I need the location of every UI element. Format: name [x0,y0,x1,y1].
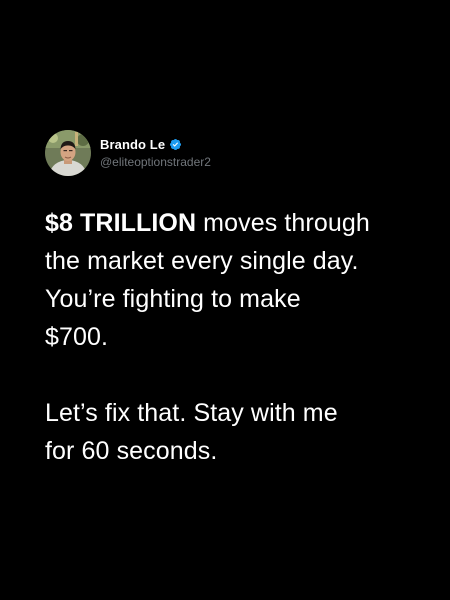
tweet-bold-lead: $8 TRILLION [45,209,197,237]
tweet-line-4: $700. [45,323,109,351]
tweet-line-6: for 60 seconds. [45,437,218,465]
verified-badge-icon [169,138,182,151]
name-row: Brando Le [100,136,211,153]
tweet-line-5: Let’s fix that. Stay with me [45,399,338,427]
author-display-name[interactable]: Brando Le [100,137,165,152]
tweet-line-3: You’re fighting to make [45,285,301,313]
author-identity: Brando Le @eliteoptionstrader2 [100,136,211,169]
tweet-paragraph-1: $8 TRILLION moves through the market eve… [45,204,415,356]
avatar[interactable] [45,130,91,176]
tweet-card: Brando Le @eliteoptionstrader2 $8 TRILLI… [45,130,415,470]
tweet-header: Brando Le @eliteoptionstrader2 [45,130,415,176]
tweet-line-1-rest: moves through [196,209,370,237]
tweet-paragraph-2: Let’s fix that. Stay with me for 60 seco… [45,394,415,470]
tweet-line-2: the market every single day. [45,247,359,275]
tweet-body: $8 TRILLION moves through the market eve… [45,204,415,470]
avatar-photo-icon [45,130,91,176]
author-handle[interactable]: @eliteoptionstrader2 [100,155,211,169]
